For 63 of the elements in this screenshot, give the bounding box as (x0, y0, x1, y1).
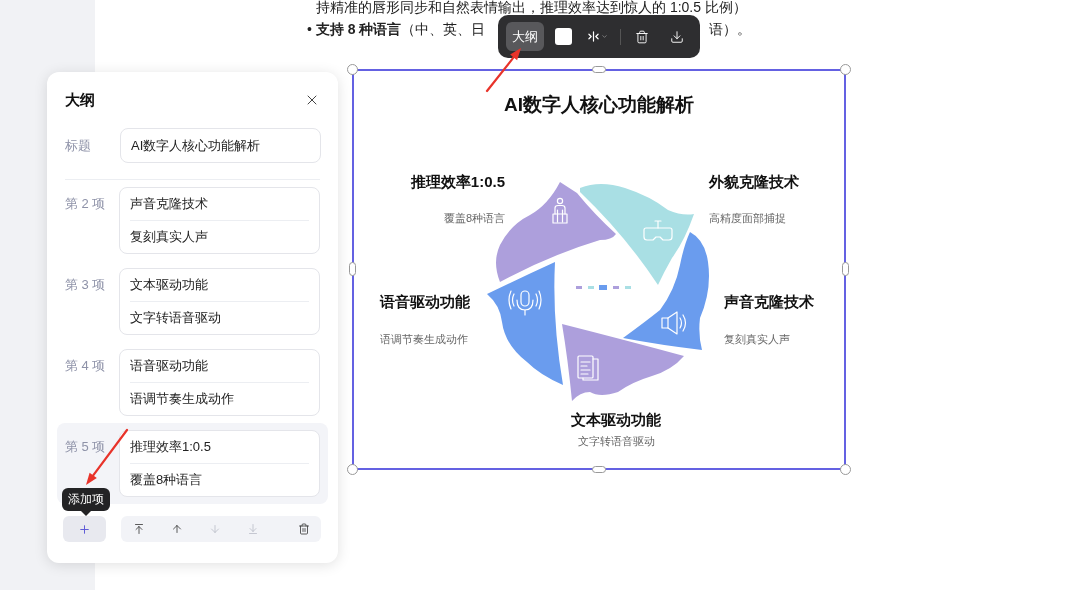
segment-title: 文本驱动功能 (571, 410, 661, 430)
caret-icon (601, 33, 608, 40)
arrow-up-to-line-icon (133, 523, 145, 535)
resize-handle[interactable] (842, 262, 849, 276)
trash-icon (298, 523, 310, 535)
segment-title: 声音克隆技术 (724, 292, 814, 312)
item-title-input[interactable]: 文本驱动功能 (120, 269, 319, 301)
color-swatch-icon[interactable] (555, 28, 572, 45)
item-label: 第 4 项 (65, 357, 107, 376)
item-subtitle-input[interactable]: 复刻真实人声 (120, 221, 319, 253)
segment-description: 复刻真实人声 (724, 332, 790, 347)
diagram-title: AI数字人核心功能解析 (504, 93, 694, 117)
segment-title: 语音驱动功能 (380, 292, 470, 312)
resize-handle[interactable] (592, 466, 606, 473)
segment-description: 高精度面部捕捉 (709, 211, 786, 226)
segment-description: 语调节奏生成动作 (380, 332, 468, 347)
person-icon (552, 197, 568, 224)
item-label: 第 2 项 (65, 195, 107, 214)
resize-handle[interactable] (840, 464, 851, 475)
spacing-button[interactable] (588, 31, 608, 42)
item-label: 第 3 项 (65, 276, 107, 295)
trash-icon (635, 29, 649, 44)
plus-icon (78, 522, 91, 536)
dash-row-drawing (576, 285, 631, 290)
title-input[interactable]: AI数字人核心功能解析 (120, 128, 321, 163)
segment-title: 推理效率1:0.5 (410, 172, 505, 192)
resize-handle[interactable] (840, 64, 851, 75)
outline-item[interactable]: 第 2 项 声音克隆技术 复刻真实人声 (57, 180, 328, 261)
bullet-text: • 支持 8 种语言（中、英、日 (307, 21, 486, 37)
item-subtitle-input[interactable]: 语调节奏生成动作 (120, 383, 319, 415)
delete-button[interactable] (296, 521, 312, 537)
arrow-down-to-line-icon (247, 523, 259, 535)
download-icon (670, 29, 684, 44)
paragraph-text: 持精准的唇形同步和自然表情输出，推理效率达到惊人的 1:0.5 比例） (316, 0, 747, 14)
item-label: 第 5 项 (65, 438, 107, 457)
document-icon (577, 355, 599, 381)
arrows-to-line-icon (588, 31, 599, 42)
vr-headset-icon (643, 220, 673, 241)
item-subtitle-input[interactable]: 文字转语音驱动 (120, 302, 319, 334)
microphone-icon (508, 290, 542, 316)
resize-handle[interactable] (347, 464, 358, 475)
diagram-canvas[interactable]: AI数字人核心功能解析 推理效率1:0.5 覆盖8种语言 外貌克隆技术 高精度面部捕捉 语音驱动功能 语调节奏生成动作 声音克隆技术 复刻真实人声 文本驱动功能 文字转语音驱动 (352, 69, 846, 470)
arrow-up-icon (171, 523, 183, 535)
item-title-input[interactable]: 声音克隆技术 (120, 188, 319, 220)
item-title-input[interactable]: 语音驱动功能 (120, 350, 319, 382)
tooltip-pointer-icon (81, 511, 91, 516)
outline-button[interactable]: 大纲 (506, 22, 544, 51)
item-subtitle-input[interactable]: 覆盖8种语言 (120, 464, 319, 496)
segment-title: 外貌克隆技术 (709, 172, 799, 192)
field-label: 标题 (65, 136, 92, 155)
resize-handle[interactable] (349, 262, 356, 276)
arrow-down-icon (209, 523, 221, 535)
outline-item[interactable]: 第 3 项 文本驱动功能 文字转语音驱动 (57, 261, 328, 342)
resize-handle[interactable] (347, 64, 358, 75)
item-title-input[interactable]: 推理效率1:0.5 (120, 431, 319, 463)
segment-description: 覆盖8种语言 (443, 211, 505, 226)
bullet-text-end: 语）。 (709, 21, 751, 37)
outline-item[interactable]: 第 4 项 语音驱动功能 语调节奏生成动作 (57, 342, 328, 423)
resize-handle[interactable] (592, 66, 606, 73)
speaker-icon (661, 311, 687, 335)
segment-description: 文字转语音驱动 (577, 434, 655, 449)
panel-title: 大纲 (65, 91, 95, 109)
tooltip: 添加项 (62, 488, 110, 511)
